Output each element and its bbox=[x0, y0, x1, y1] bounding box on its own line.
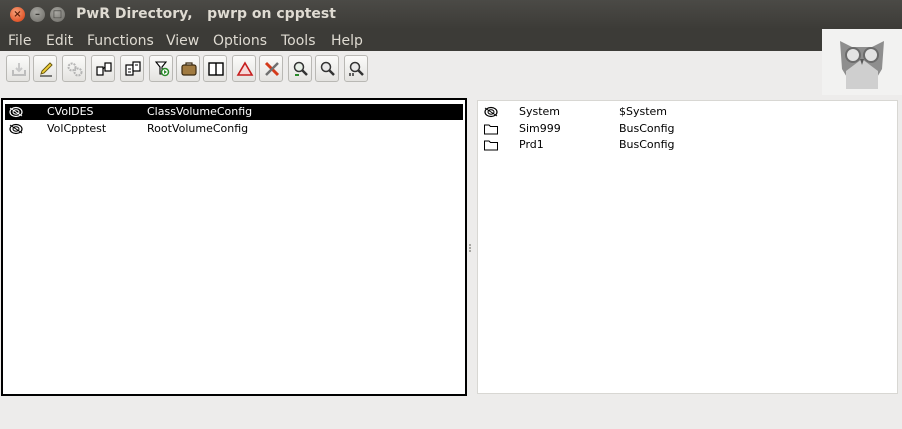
book-icon bbox=[208, 62, 224, 76]
edit-pencil-icon bbox=[40, 62, 53, 77]
volume-icon bbox=[9, 123, 23, 135]
build-button[interactable] bbox=[62, 55, 86, 82]
close-window-button[interactable]: × bbox=[10, 7, 25, 22]
pane-splitter-handle[interactable] bbox=[469, 250, 471, 252]
package-icon bbox=[181, 62, 197, 76]
alarm-button[interactable] bbox=[232, 55, 256, 82]
list-item[interactable]: System $System bbox=[480, 104, 895, 120]
package-button[interactable] bbox=[176, 55, 200, 82]
plc-icon bbox=[125, 61, 141, 76]
open-file-icon bbox=[154, 61, 170, 77]
list-item[interactable]: Sim999 BusConfig bbox=[480, 121, 895, 137]
item-name: Prd1 bbox=[519, 138, 544, 151]
build-gears-icon bbox=[67, 62, 83, 77]
pane-splitter-handle[interactable] bbox=[469, 247, 471, 249]
zoom-out-icon bbox=[349, 61, 364, 76]
toolbar bbox=[0, 51, 902, 95]
open-file-button[interactable] bbox=[149, 55, 173, 82]
list-item[interactable]: VolCpptest RootVolumeConfig bbox=[5, 121, 463, 137]
logo bbox=[822, 29, 902, 95]
save-button[interactable] bbox=[6, 55, 30, 82]
status-bar bbox=[0, 398, 902, 429]
list-item[interactable]: CVolDES ClassVolumeConfig bbox=[5, 104, 463, 120]
alarm-triangle-icon bbox=[236, 61, 254, 76]
distribute-icon bbox=[96, 62, 112, 76]
menu-view[interactable]: View bbox=[166, 31, 199, 51]
bus-list-pane[interactable]: System $System Sim999 BusConfig Prd1 Bus… bbox=[477, 100, 898, 394]
volume-name: VolCpptest bbox=[47, 122, 107, 135]
item-class: $System bbox=[619, 105, 668, 118]
volume-icon bbox=[9, 106, 23, 118]
owl-logo-icon bbox=[840, 41, 884, 89]
folder-icon bbox=[484, 140, 498, 151]
distribute-button[interactable] bbox=[91, 55, 115, 82]
zoom-in-icon bbox=[293, 61, 308, 76]
pane-splitter-handle[interactable] bbox=[469, 244, 471, 246]
menu-tools[interactable]: Tools bbox=[281, 31, 316, 51]
list-item[interactable]: Prd1 BusConfig bbox=[480, 137, 895, 153]
menu-bar: File Edit Functions View Options Tools H… bbox=[0, 29, 902, 51]
volume-list-pane[interactable]: CVolDES ClassVolumeConfig VolCpptest Roo… bbox=[1, 98, 467, 396]
volume-name: CVolDES bbox=[47, 105, 94, 118]
menu-help[interactable]: Help bbox=[331, 31, 363, 51]
menu-file[interactable]: File bbox=[8, 31, 31, 51]
plc-button[interactable] bbox=[120, 55, 144, 82]
item-class: BusConfig bbox=[619, 122, 675, 135]
maximize-window-button[interactable]: □ bbox=[50, 7, 65, 22]
item-name: Sim999 bbox=[519, 122, 561, 135]
menu-functions[interactable]: Functions bbox=[87, 31, 154, 51]
item-name: System bbox=[519, 105, 561, 118]
tools-button[interactable] bbox=[259, 55, 283, 82]
window-title: PwR Directory, pwrp on cpptest bbox=[76, 6, 336, 22]
volume-class: ClassVolumeConfig bbox=[147, 105, 253, 118]
folder-icon bbox=[484, 124, 498, 135]
zoom-in-button[interactable] bbox=[288, 55, 312, 82]
book-button[interactable] bbox=[203, 55, 227, 82]
zoom-reset-icon bbox=[320, 61, 335, 76]
tools-icon bbox=[264, 61, 280, 77]
menu-options[interactable]: Options bbox=[213, 31, 267, 51]
item-class: BusConfig bbox=[619, 138, 675, 151]
title-bar: × – □ PwR Directory, pwrp on cpptest bbox=[0, 0, 902, 29]
zoom-reset-button[interactable] bbox=[315, 55, 339, 82]
minimize-window-button[interactable]: – bbox=[30, 7, 45, 22]
zoom-out-button[interactable] bbox=[344, 55, 368, 82]
save-icon bbox=[12, 63, 26, 76]
volume-icon bbox=[484, 106, 498, 118]
volume-class: RootVolumeConfig bbox=[147, 122, 249, 135]
menu-edit[interactable]: Edit bbox=[46, 31, 73, 51]
edit-button[interactable] bbox=[33, 55, 57, 82]
